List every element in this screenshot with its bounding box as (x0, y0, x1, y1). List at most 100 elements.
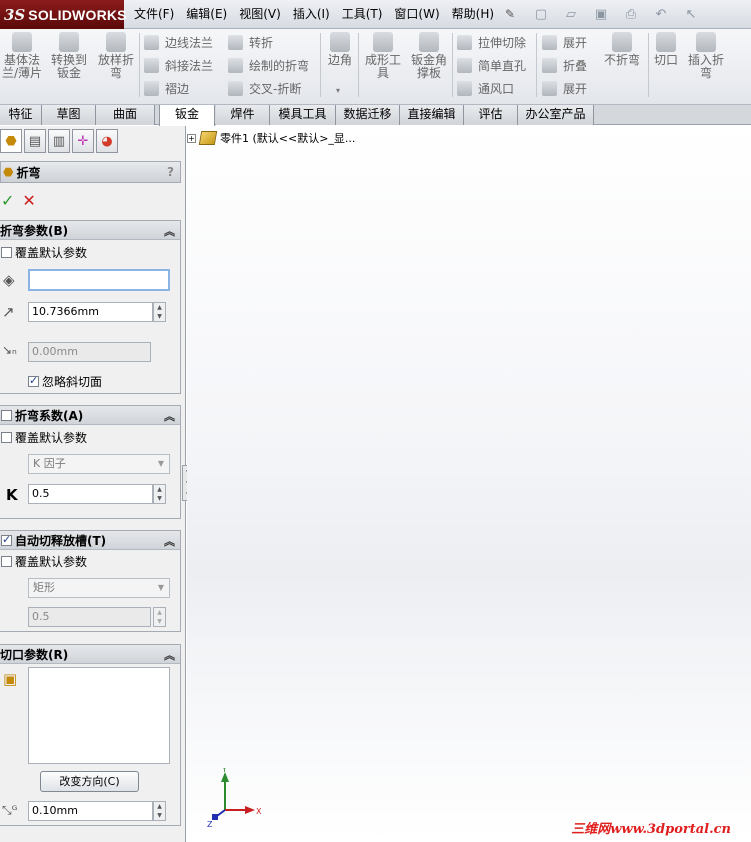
no-bends-button[interactable]: 不折弯 (600, 32, 644, 67)
pin-icon[interactable]: ✎ (505, 7, 519, 21)
gusset-icon (419, 32, 439, 52)
tab-sheet-metal[interactable]: 钣金 (159, 105, 215, 126)
extruded-cut-button[interactable]: 拉伸切除 (457, 32, 526, 52)
k-factor-spinner[interactable]: ▲ ▼ (153, 484, 166, 504)
tab-data-migration[interactable]: 数据迁移 (336, 105, 400, 125)
help-icon[interactable]: ? (167, 165, 174, 179)
tab-direct-editing[interactable]: 直接编辑 (400, 105, 464, 125)
rip-parameters-header[interactable]: 切口参数(R) ︽ (0, 645, 180, 664)
solidworks-logo[interactable]: 3S SOLIDWORKS (0, 0, 127, 29)
base-flange-button[interactable]: 基体法 兰/薄片 (2, 32, 42, 80)
configuration-manager-tab-icon[interactable]: ▥ (48, 129, 70, 153)
save-icon[interactable]: ▣ (588, 3, 614, 25)
collapse-icon[interactable]: ︽ (164, 223, 175, 239)
forming-tool-button[interactable]: 成形工 具 (362, 32, 404, 80)
print-icon[interactable]: ⎙ (618, 3, 644, 25)
tab-evaluate[interactable]: 评估 (464, 105, 518, 125)
new-document-icon[interactable]: ▢ (528, 3, 554, 25)
dimxpert-tab-icon[interactable]: ✛ (72, 129, 94, 153)
insert-bends-button[interactable]: 插入折 弯 (684, 32, 728, 80)
override-default-row[interactable]: 覆盖默认参数 (1, 244, 87, 261)
edge-flange-button[interactable]: 边线法兰 (144, 32, 213, 52)
flyout-feature-tree[interactable]: + 零件1 (默认<<默认>_显... (187, 130, 355, 146)
part-name[interactable]: 零件1 (默认<<默认>_显... (220, 130, 355, 146)
bend-allowance-checkbox[interactable] (1, 409, 12, 421)
tab-sketch[interactable]: 草图 (42, 105, 96, 125)
bend-parameters-title: 折弯参数(B) (0, 223, 69, 238)
undo-icon[interactable]: ↶ (648, 3, 674, 25)
menu-tools[interactable]: 工具(T) (336, 0, 389, 29)
ignore-bevel-checkbox[interactable] (28, 374, 39, 387)
menu-view[interactable]: 视图(V) (233, 0, 287, 29)
rip-gap-spinner[interactable]: ▲ ▼ (153, 801, 166, 821)
auto-relief-checkbox[interactable] (1, 533, 12, 546)
miter-flange-icon (144, 57, 159, 73)
rip-parameters-title: 切口参数(R) (0, 647, 69, 662)
y-axis-label: Y (221, 768, 227, 774)
tab-weldments[interactable]: 焊件 (216, 105, 270, 125)
cross-break-button[interactable]: 交叉-折断 (228, 78, 301, 98)
vent-button[interactable]: 通风口 (457, 78, 514, 98)
miter-flange-button[interactable]: 斜接法兰 (144, 55, 213, 75)
pm-actions: ✓ ✕ (0, 190, 36, 210)
menu-insert[interactable]: 插入(I) (287, 0, 336, 29)
collapse-icon[interactable]: ︽ (164, 533, 175, 549)
menu-file[interactable]: 文件(F) (128, 0, 180, 29)
rip-gap-input[interactable]: 0.10mm (28, 801, 153, 821)
display-manager-tab-icon[interactable]: ◕ (96, 129, 118, 153)
rip-button[interactable]: 切口 (652, 32, 680, 67)
change-direction-button[interactable]: 改变方向(C) (40, 771, 139, 792)
override-default-checkbox[interactable] (1, 247, 12, 258)
convert-icon (59, 32, 79, 52)
override-default-row[interactable]: 覆盖默认参数 (1, 553, 87, 570)
edges-to-rip-list[interactable] (28, 667, 170, 764)
sheet-metal-gusset-button[interactable]: 钣金角 撑板 (407, 32, 451, 80)
menu-window[interactable]: 窗口(W) (388, 0, 445, 29)
hem-label: 褶边 (165, 81, 190, 96)
fixed-face-selection-box[interactable] (28, 269, 170, 291)
z-axis-label: Z (207, 820, 213, 828)
bend-allowance-header[interactable]: 折弯系数(A) ︽ (0, 406, 180, 425)
collapse-icon[interactable]: ︽ (164, 408, 175, 424)
ignore-bevel-row[interactable]: 忽略斜切面 (28, 373, 102, 390)
flatten-label: 展开 (563, 81, 588, 96)
jog-button[interactable]: 转折 (228, 32, 273, 52)
fold-label: 折叠 (563, 58, 588, 73)
bend-radius-spinner[interactable]: ▲ ▼ (153, 302, 166, 322)
tab-office-products[interactable]: 办公室产品 (518, 105, 594, 125)
feature-manager-tab-icon[interactable]: ⬣ (0, 129, 22, 153)
corner-button[interactable]: 边角 (325, 32, 355, 67)
ok-check-icon[interactable]: ✓ (1, 191, 14, 210)
auto-relief-header[interactable]: 自动切释放槽(T) ︽ (0, 531, 180, 550)
cancel-x-icon[interactable]: ✕ (22, 191, 35, 210)
expand-icon[interactable]: + (187, 133, 196, 143)
bend-radius-input[interactable]: 10.7366mm (28, 302, 153, 322)
menu-help[interactable]: 帮助(H) (446, 0, 500, 29)
k-factor-input[interactable]: 0.5 (28, 484, 153, 504)
sketched-bend-button[interactable]: 绘制的折弯 (228, 55, 309, 75)
command-manager-tabs: 特征 草图 曲面 钣金 焊件 模具工具 数据迁移 直接编辑 评估 办公室产品 (0, 105, 751, 126)
open-document-icon[interactable]: ▱ (558, 3, 584, 25)
unfold-button[interactable]: 展开 (542, 32, 587, 52)
lofted-bend-button[interactable]: 放样折 弯 (96, 32, 136, 80)
corner-dropdown-icon[interactable]: ▾ (336, 86, 340, 95)
hem-button[interactable]: 褶边 (144, 78, 189, 98)
menu-edit[interactable]: 编辑(E) (180, 0, 233, 29)
collapse-icon[interactable]: ︽ (164, 647, 175, 663)
override-default-checkbox[interactable] (1, 556, 12, 567)
override-default-checkbox[interactable] (1, 432, 12, 443)
select-pointer-icon[interactable]: ↖ (678, 3, 704, 25)
tab-features[interactable]: 特征 (0, 105, 42, 125)
bend-parameters-header[interactable]: 折弯参数(B) ︽ (0, 221, 180, 240)
convert-to-sheet-metal-button[interactable]: 转换到 钣金 (48, 32, 90, 80)
property-manager-tab-icon[interactable]: ▤ (24, 129, 46, 153)
tab-mold-tools[interactable]: 模具工具 (270, 105, 336, 125)
flatten-button[interactable]: 展开 (542, 78, 587, 98)
fold-button[interactable]: 折叠 (542, 55, 587, 75)
tab-surfaces[interactable]: 曲面 (96, 105, 155, 125)
graphics-area[interactable]: + 零件1 (默认<<默认>_显... Y X Z 三维网www.3dporta… (187, 126, 751, 842)
simple-hole-button[interactable]: 简单直孔 (457, 55, 526, 75)
z-axis-marker (212, 814, 218, 820)
override-default-row[interactable]: 覆盖默认参数 (1, 429, 87, 446)
k-factor-label: K (6, 486, 18, 504)
